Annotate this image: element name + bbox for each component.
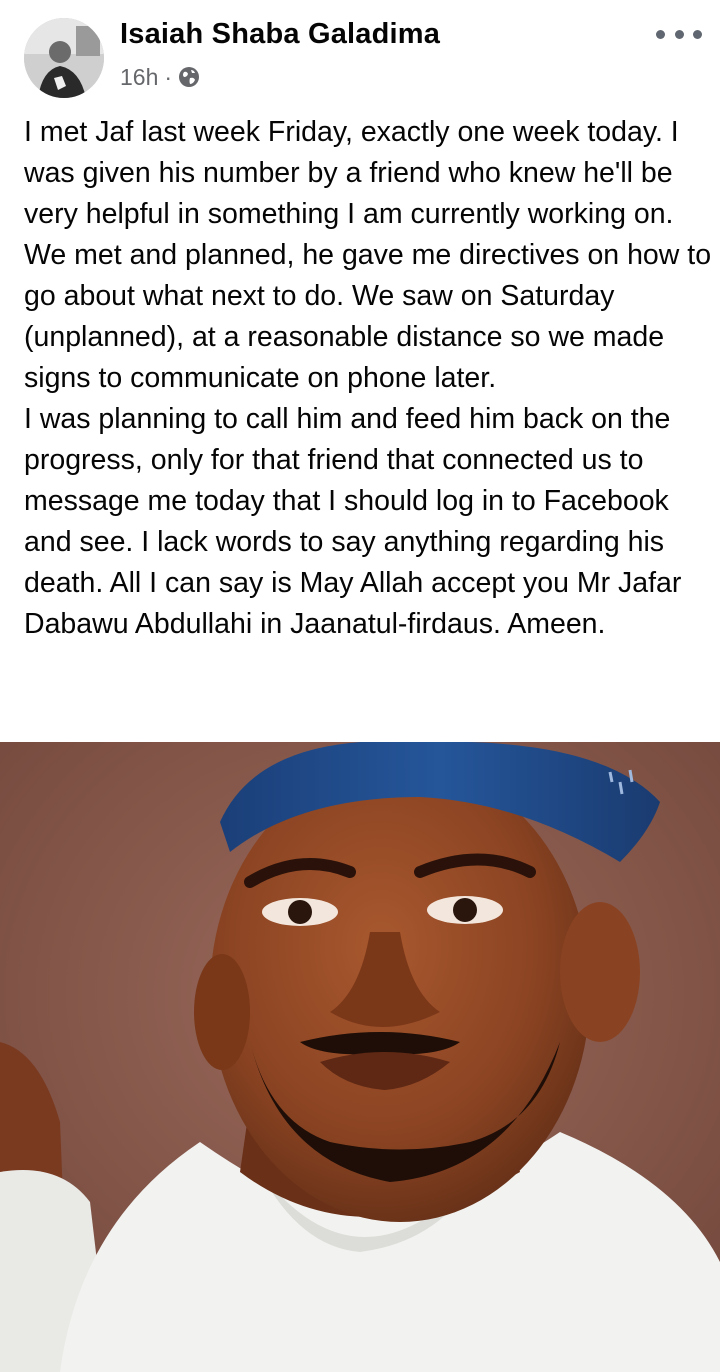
more-options-icon-dot xyxy=(693,29,702,39)
post-body: I met Jaf last week Friday, exactly one … xyxy=(24,112,714,645)
post-timestamp[interactable]: 16h xyxy=(120,64,158,91)
author-name[interactable]: Isaiah Shaba Galadima xyxy=(120,18,440,51)
post-meta: 16h · xyxy=(120,62,200,92)
facebook-post: Isaiah Shaba Galadima 16h · I met Jaf la… xyxy=(0,0,720,1372)
avatar-photo xyxy=(24,18,104,98)
meta-separator: · xyxy=(164,63,173,90)
more-options-icon-dot xyxy=(674,29,684,39)
more-options-icon xyxy=(656,29,665,39)
post-paragraph-1: I met Jaf last week Friday, exactly one … xyxy=(24,116,719,394)
globe-icon xyxy=(178,66,200,88)
portrait-image xyxy=(0,742,720,1372)
author-avatar[interactable] xyxy=(24,18,104,98)
more-options-button[interactable] xyxy=(656,20,702,48)
post-photo[interactable] xyxy=(0,742,720,1372)
post-paragraph-2: I was planning to call him and feed him … xyxy=(24,403,690,640)
post-header: Isaiah Shaba Galadima 16h · xyxy=(0,0,720,110)
